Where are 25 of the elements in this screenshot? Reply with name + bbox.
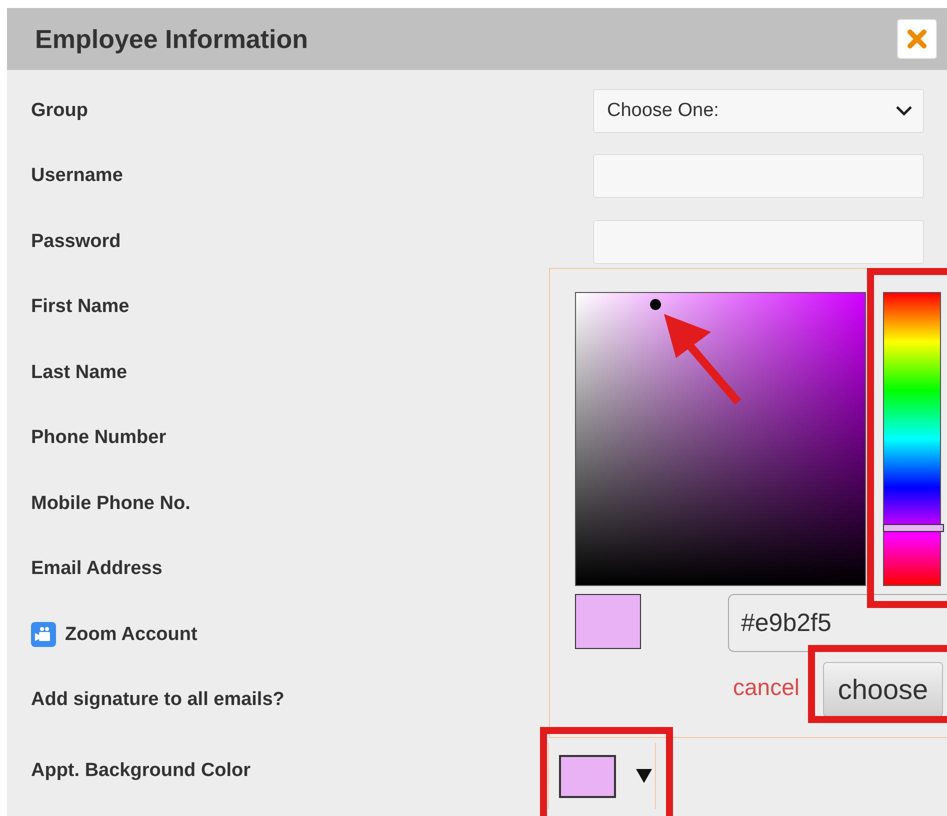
hue-slider-thumb[interactable]: [883, 524, 944, 532]
field-label: Group: [31, 100, 89, 122]
group-select[interactable]: Choose One:: [593, 88, 924, 133]
field-label: Username: [31, 165, 124, 188]
saturation-value-area[interactable]: [575, 292, 866, 586]
field-label: Last Name: [31, 362, 128, 384]
choose-button[interactable]: choose: [823, 662, 943, 717]
chevron-down-icon: [895, 105, 913, 116]
color-preview: [575, 594, 641, 649]
field-label: Zoom Account: [65, 624, 198, 646]
input-field[interactable]: [593, 154, 924, 198]
input-field[interactable]: [593, 220, 924, 264]
field-label: Appt. Background Color: [31, 760, 252, 782]
field-label: First Name: [31, 296, 130, 318]
field-label: Mobile Phone No.: [31, 492, 192, 515]
picker-handle[interactable]: [650, 299, 662, 310]
close-icon: [907, 29, 927, 49]
field-label: Add signature to all emails?: [31, 689, 286, 712]
field-label: Phone Number: [31, 427, 168, 450]
video-camera-icon: [31, 622, 56, 648]
field-label: Email Address: [31, 558, 164, 580]
hue-slider[interactable]: [883, 292, 941, 586]
dialog-title: Employee Information: [35, 24, 308, 54]
caret-down-icon: [636, 769, 652, 783]
field-label: Password: [31, 230, 122, 253]
